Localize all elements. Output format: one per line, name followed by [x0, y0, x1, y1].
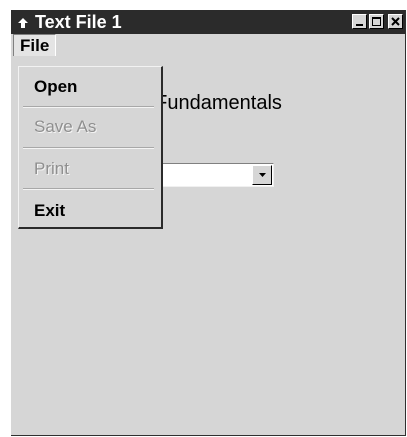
minimize-icon — [356, 24, 363, 26]
minimize-button[interactable] — [352, 14, 367, 29]
menu-item-print-label: Print — [34, 159, 69, 178]
combo-dropdown-button[interactable] — [252, 165, 272, 185]
file-menu-dropdown: Open Save As Print Exit — [18, 66, 163, 229]
menu-item-save-as-label: Save As — [34, 117, 97, 136]
menu-item-open[interactable]: Open — [19, 68, 159, 106]
menu-item-exit-label: Exit — [34, 201, 66, 220]
maximize-icon — [372, 17, 381, 26]
menu-item-exit[interactable]: Exit — [19, 192, 159, 230]
window-title: Text File 1 — [35, 12, 122, 32]
menu-separator — [23, 188, 154, 190]
maximize-button[interactable] — [369, 14, 384, 29]
menu-item-print: Print — [19, 150, 159, 188]
menu-file[interactable]: File — [13, 34, 57, 56]
menu-bar: File — [11, 34, 405, 56]
close-icon — [391, 17, 400, 26]
chevron-down-icon — [259, 173, 266, 177]
title-bar[interactable]: Text File 1 — [11, 10, 405, 34]
window-system-icon[interactable] — [17, 16, 29, 28]
menu-item-open-label: Open — [34, 77, 78, 96]
menu-separator — [23, 147, 154, 149]
close-button[interactable] — [388, 14, 403, 29]
menu-item-save-as: Save As — [19, 108, 159, 146]
